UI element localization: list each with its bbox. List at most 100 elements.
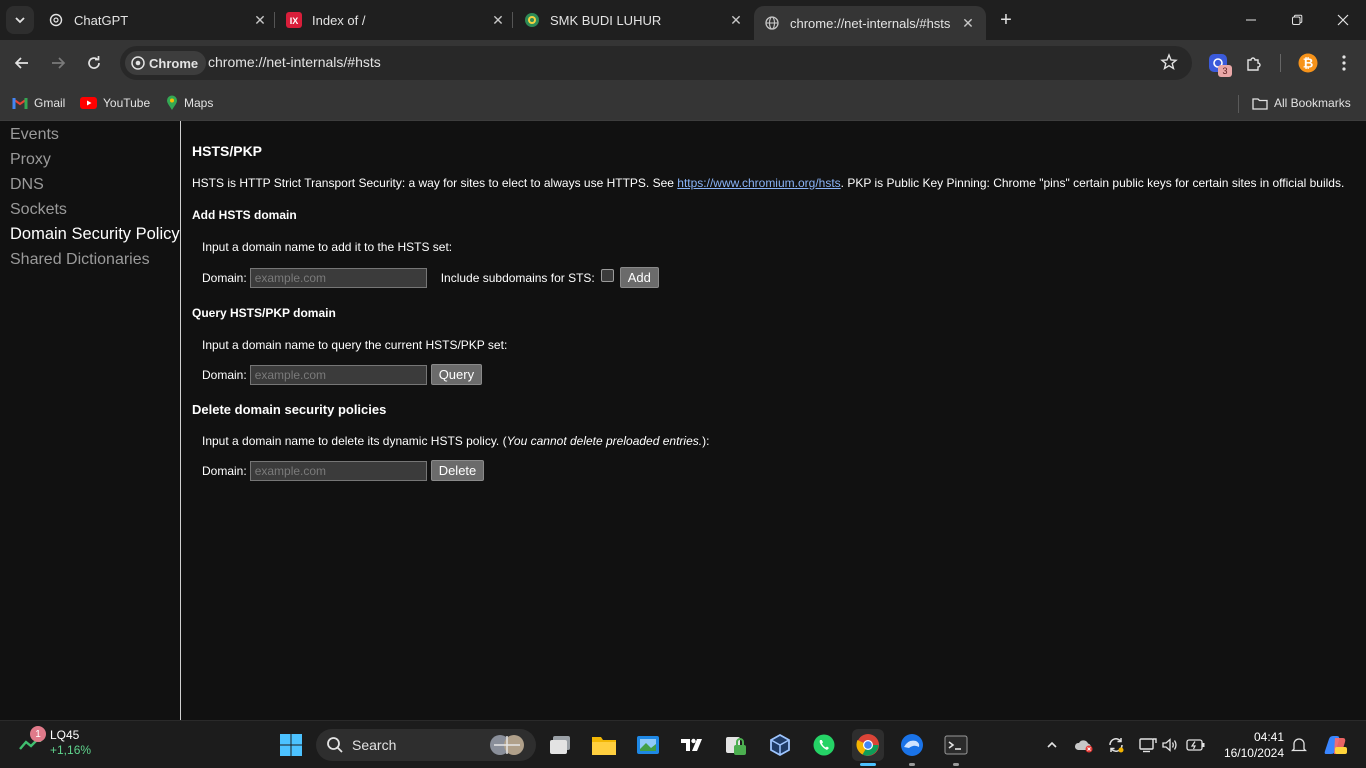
- stock-name: LQ45: [50, 728, 80, 742]
- close-icon[interactable]: ✕: [958, 13, 978, 33]
- add-domain-input[interactable]: [249, 267, 427, 288]
- widgets-stock[interactable]: 1 LQ45 +1,16%: [18, 726, 91, 758]
- gmail-icon: [12, 97, 28, 109]
- extension-badge: 3: [1218, 65, 1232, 77]
- minimize-button[interactable]: [1228, 0, 1274, 40]
- sidebar-item-sockets[interactable]: Sockets: [10, 201, 67, 219]
- bookmark-maps[interactable]: Maps: [166, 92, 213, 114]
- file-explorer-button[interactable]: [588, 729, 620, 761]
- all-bookmarks-button[interactable]: All Bookmarks: [1252, 92, 1351, 114]
- sidebar-item-dns[interactable]: DNS: [10, 176, 44, 194]
- close-icon[interactable]: ✕: [488, 10, 508, 30]
- index-icon: IX: [286, 12, 302, 28]
- tab-index-of[interactable]: IX Index of / ✕: [286, 0, 508, 40]
- sidebar-item-proxy[interactable]: Proxy: [10, 151, 51, 169]
- query-button[interactable]: Query: [430, 364, 483, 385]
- battery-charging-icon: [1186, 739, 1205, 751]
- onedrive-tray-icon[interactable]: [1074, 735, 1094, 755]
- add-instruction: Input a domain name to add it to the HST…: [202, 240, 453, 254]
- chatgpt-icon: [48, 12, 64, 28]
- delete-domain-input[interactable]: [249, 460, 427, 481]
- forward-button[interactable]: [44, 49, 72, 77]
- chromium-hsts-link[interactable]: https://www.chromium.org/hsts: [677, 176, 840, 190]
- show-hidden-icons-button[interactable]: [1042, 735, 1062, 755]
- running-app-indicator: [909, 763, 915, 766]
- bell-settings-icon: [1291, 738, 1307, 752]
- cube-icon: [770, 733, 790, 757]
- chrome-chip[interactable]: Chrome: [125, 51, 207, 75]
- tab-smk-budi-luhur[interactable]: SMK BUDI LUHUR ✕: [524, 0, 746, 40]
- star-icon: [1160, 53, 1178, 71]
- query-domain-input[interactable]: [249, 364, 427, 385]
- extensions-menu-button[interactable]: [1242, 51, 1266, 75]
- close-icon[interactable]: ✕: [250, 10, 270, 30]
- running-app-indicator: [953, 763, 959, 766]
- whatsapp-button[interactable]: [808, 729, 840, 761]
- vpn-app-button[interactable]: [720, 729, 752, 761]
- sidebar-item-shared-dictionaries[interactable]: Shared Dictionaries: [10, 251, 150, 269]
- tab-net-internals[interactable]: chrome://net-internals/#hsts ✕: [754, 6, 986, 40]
- gallery-icon: [637, 736, 659, 754]
- toolbar: Chrome chrome://net-internals/#hsts 3 ₿: [0, 40, 1366, 86]
- bookmark-youtube[interactable]: YouTube: [80, 92, 150, 114]
- volume-tray-icon[interactable]: [1160, 735, 1180, 755]
- battery-tray-icon[interactable]: [1186, 735, 1206, 755]
- terminal-button[interactable]: [940, 729, 972, 761]
- page-title: HSTS/PKP: [192, 143, 263, 159]
- speaker-icon: [1162, 738, 1177, 752]
- delete-button[interactable]: Delete: [430, 460, 485, 481]
- bookmark-gmail[interactable]: Gmail: [12, 92, 65, 114]
- arrow-right-icon: [52, 57, 66, 69]
- add-form: Domain: Include subdomains for STS: Add: [202, 267, 659, 288]
- folder-icon: [1252, 97, 1268, 110]
- virtualbox-button[interactable]: [764, 729, 796, 761]
- school-icon: [524, 12, 540, 28]
- new-tab-button[interactable]: +: [994, 8, 1018, 32]
- tab-separator: [512, 12, 513, 28]
- address-bar[interactable]: Chrome chrome://net-internals/#hsts: [120, 46, 1192, 80]
- copilot-button[interactable]: [1322, 735, 1348, 755]
- network-tray-icon[interactable]: [1138, 735, 1158, 755]
- tab-chatgpt[interactable]: ChatGPT ✕: [48, 0, 270, 40]
- edge-app-button[interactable]: [896, 729, 928, 761]
- bookmark-star-button[interactable]: [1160, 53, 1178, 76]
- chrome-menu-button[interactable]: [1332, 51, 1356, 75]
- description: HSTS is HTTP Strict Transport Security: …: [192, 176, 1344, 190]
- delete-form: Domain: Delete: [202, 460, 485, 481]
- delete-instruction-text: Input a domain name to delete its dynami…: [202, 434, 507, 448]
- query-form: Domain: Query: [202, 364, 483, 385]
- windows-logo-icon: [280, 734, 302, 756]
- tab-search-button[interactable]: [6, 6, 34, 34]
- add-button[interactable]: Add: [619, 267, 659, 288]
- bookmarks-separator: [1238, 95, 1239, 113]
- extension-button[interactable]: 3: [1206, 51, 1232, 77]
- taskbar-search[interactable]: Search: [316, 729, 536, 761]
- sidebar-item-domain-security-policy[interactable]: Domain Security Policy: [10, 225, 180, 244]
- kebab-menu-icon: [1342, 55, 1346, 71]
- reload-icon: [88, 56, 100, 69]
- restore-button[interactable]: [1274, 0, 1320, 40]
- back-button[interactable]: [8, 49, 36, 77]
- delete-instruction-italic: You cannot delete preloaded entries.: [506, 434, 703, 448]
- bookmarks-bar: Gmail YouTube Maps All Bookmarks: [0, 86, 1366, 121]
- close-icon[interactable]: ✕: [726, 10, 746, 30]
- url-text[interactable]: chrome://net-internals/#hsts: [208, 54, 381, 70]
- lock-app-icon: [726, 737, 746, 755]
- active-app-indicator: [860, 763, 876, 766]
- start-button[interactable]: [275, 729, 307, 761]
- reload-button[interactable]: [80, 49, 108, 77]
- tab-strip: ChatGPT ✕ IX Index of / ✕ SMK BUDI LUHUR…: [0, 0, 1366, 40]
- profile-button[interactable]: ₿: [1296, 51, 1320, 75]
- chrome-taskbar-button[interactable]: [852, 729, 884, 761]
- tradingview-button[interactable]: [676, 729, 708, 761]
- include-subdomains-checkbox[interactable]: [600, 269, 614, 282]
- clock[interactable]: 04:41 16/10/2024: [1218, 729, 1284, 761]
- add-section-heading: Add HSTS domain: [192, 208, 297, 222]
- monitor-network-icon: [1139, 738, 1157, 753]
- snipping-tool-button[interactable]: [632, 729, 664, 761]
- sidebar-item-events[interactable]: Events: [10, 126, 59, 144]
- sync-tray-icon[interactable]: [1106, 735, 1126, 755]
- close-window-button[interactable]: [1320, 0, 1366, 40]
- task-view-button[interactable]: [544, 729, 576, 761]
- notifications-button[interactable]: [1289, 735, 1309, 755]
